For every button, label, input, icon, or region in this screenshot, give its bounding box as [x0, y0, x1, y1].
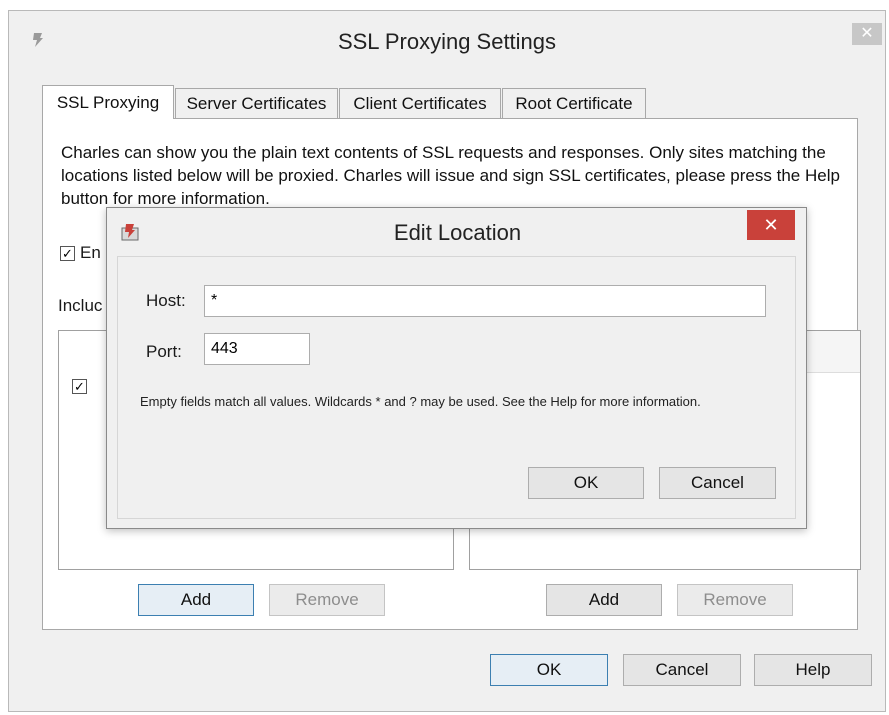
port-label: Port: — [146, 342, 182, 361]
enable-ssl-proxying-checkbox[interactable]: ✓ — [60, 246, 75, 261]
host-label: Host: — [146, 291, 186, 310]
exclude-add-button[interactable]: Add — [546, 584, 662, 616]
edit-cancel-button[interactable]: Cancel — [659, 467, 776, 499]
edit-close-button[interactable]: ✕ — [747, 210, 795, 240]
tab-root-certificate[interactable]: Root Certificate — [502, 88, 646, 118]
include-remove-button[interactable]: Remove — [269, 584, 385, 616]
tab-client-certificates[interactable]: Client Certificates — [339, 88, 501, 118]
edit-location-dialog: Edit Location ✕ Host: Port: Empty fields… — [106, 207, 807, 529]
main-help-button[interactable]: Help — [754, 654, 872, 686]
include-label: Incluc — [58, 296, 103, 315]
description-text: Charles can show you the plain text cont… — [61, 143, 840, 208]
exclude-remove-button[interactable]: Remove — [677, 584, 793, 616]
wildcard-hint-text: Empty fields match all values. Wildcards… — [140, 394, 701, 409]
main-close-button[interactable]: ✕ — [852, 23, 882, 45]
main-window-title: SSL Proxying Settings — [337, 29, 557, 54]
enable-ssl-proxying-label: En — [80, 243, 101, 262]
edit-location-title: Edit Location — [393, 220, 522, 245]
main-ok-button[interactable]: OK — [490, 654, 608, 686]
tab-ssl-proxying[interactable]: SSL Proxying — [42, 85, 174, 119]
include-row-checkbox[interactable]: ✓ — [72, 379, 87, 394]
host-input[interactable] — [204, 285, 766, 317]
edit-ok-button[interactable]: OK — [528, 467, 644, 499]
main-cancel-button[interactable]: Cancel — [623, 654, 741, 686]
port-input[interactable] — [204, 333, 310, 365]
include-add-button[interactable]: Add — [138, 584, 254, 616]
edit-location-form: Host: Port: Empty fields match all value… — [117, 256, 796, 519]
tab-server-certificates[interactable]: Server Certificates — [175, 88, 338, 118]
main-titlebar: SSL Proxying Settings ✕ — [9, 11, 885, 73]
